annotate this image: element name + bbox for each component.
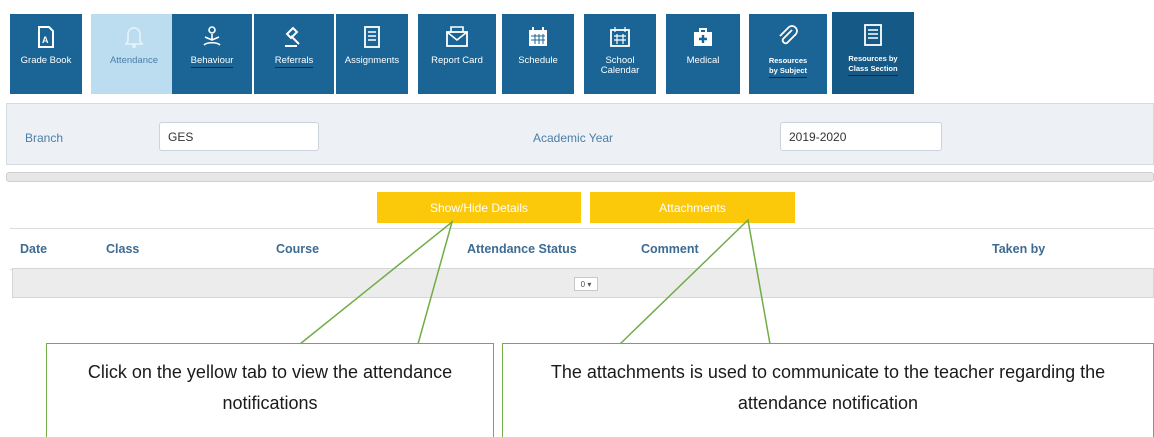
left-callout-pointer [299,219,454,345]
right-callout-pointer [619,218,771,345]
left-callout: Click on the yellow tab to view the atte… [46,343,494,437]
right-callout: The attachments is used to communicate t… [502,343,1154,437]
